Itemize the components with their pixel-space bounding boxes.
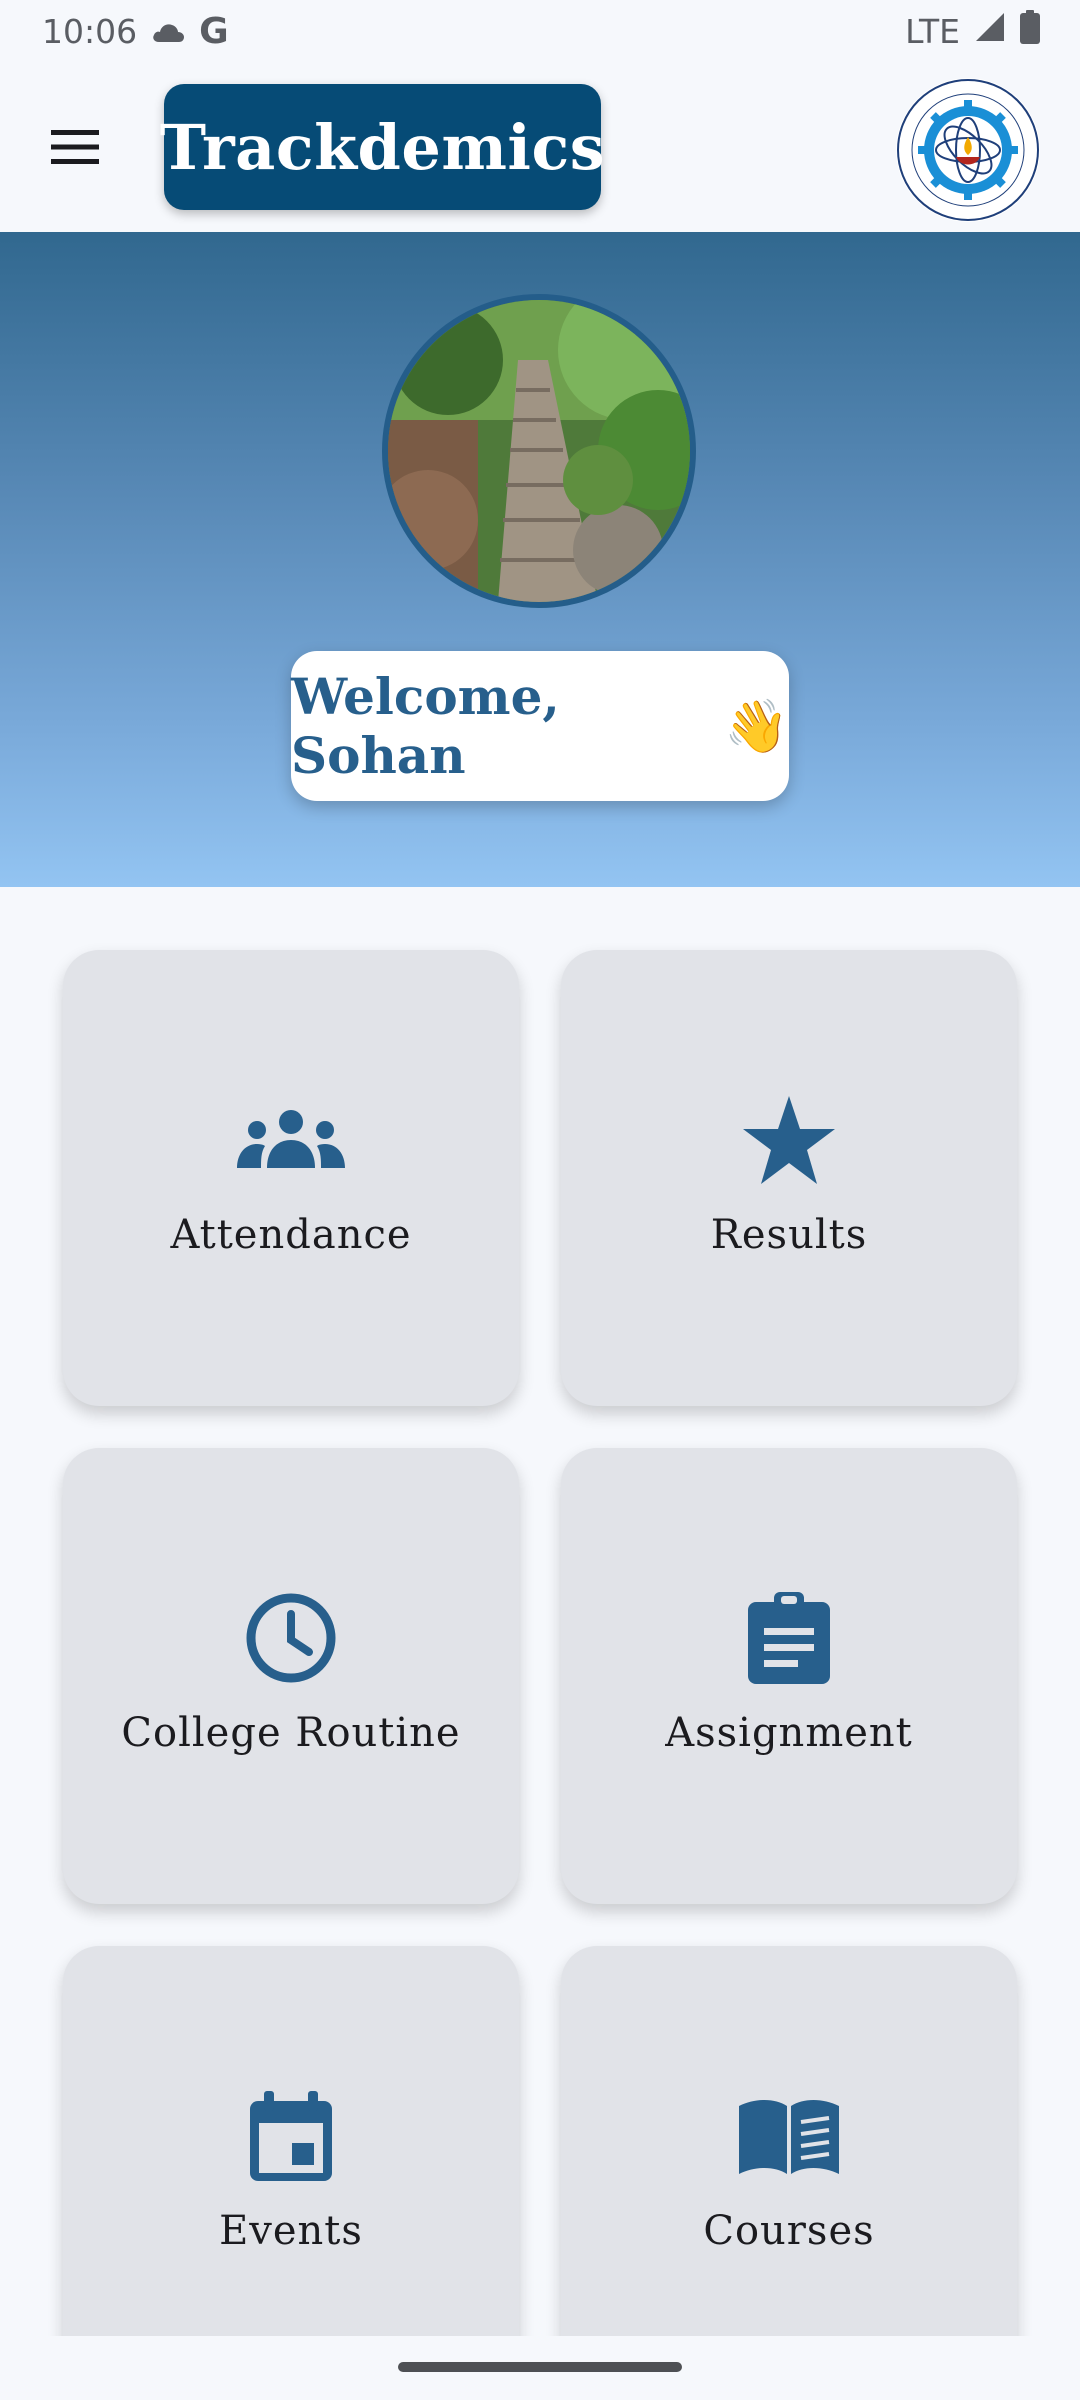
tile-label: Courses — [703, 2208, 875, 2254]
clipboard-icon — [734, 1588, 844, 1688]
tile-label: Attendance — [170, 1212, 412, 1258]
battery-icon — [1020, 10, 1040, 52]
hamburger-menu-icon[interactable] — [38, 112, 112, 182]
star-icon — [734, 1090, 844, 1190]
hero-banner: Welcome, Sohan 👋 — [0, 232, 1080, 887]
tile-courses[interactable]: Courses — [561, 1946, 1017, 2400]
tile-events[interactable]: Events — [63, 1946, 519, 2400]
app-title: Trackdemics — [160, 84, 605, 210]
cloud-icon — [151, 12, 185, 51]
tile-results[interactable]: Results — [561, 950, 1017, 1406]
tile-label: College Routine — [121, 1710, 461, 1756]
tile-label: Events — [219, 2208, 363, 2254]
book-icon — [734, 2086, 844, 2186]
home-screen: 10:06 G LTE Trackdemics Welcome, Sohan 👋… — [0, 0, 1080, 2400]
welcome-card: Welcome, Sohan 👋 — [291, 651, 789, 801]
group-icon — [236, 1090, 346, 1190]
system-navigation-bar — [0, 2336, 1080, 2400]
waving-hand-icon: 👋 — [724, 696, 789, 757]
tile-label: Results — [710, 1212, 868, 1258]
tile-attendance[interactable]: Attendance — [63, 950, 519, 1406]
institute-logo — [893, 75, 1043, 225]
signal-icon — [974, 11, 1006, 51]
clock-icon — [236, 1588, 346, 1688]
status-bar: 10:06 G LTE — [0, 0, 1080, 62]
calendar-icon — [236, 2086, 346, 2186]
welcome-text: Welcome, Sohan — [291, 667, 560, 785]
home-gesture-handle[interactable] — [398, 2362, 682, 2372]
status-time: 10:06 — [42, 11, 138, 51]
app-bar: Trackdemics — [0, 62, 1080, 232]
google-g-icon: G — [199, 10, 229, 52]
profile-avatar[interactable] — [382, 294, 696, 608]
tile-label: Assignment — [665, 1710, 913, 1756]
tile-college-routine[interactable]: College Routine — [63, 1448, 519, 1904]
network-type: LTE — [905, 11, 960, 51]
tile-assignment[interactable]: Assignment — [561, 1448, 1017, 1904]
